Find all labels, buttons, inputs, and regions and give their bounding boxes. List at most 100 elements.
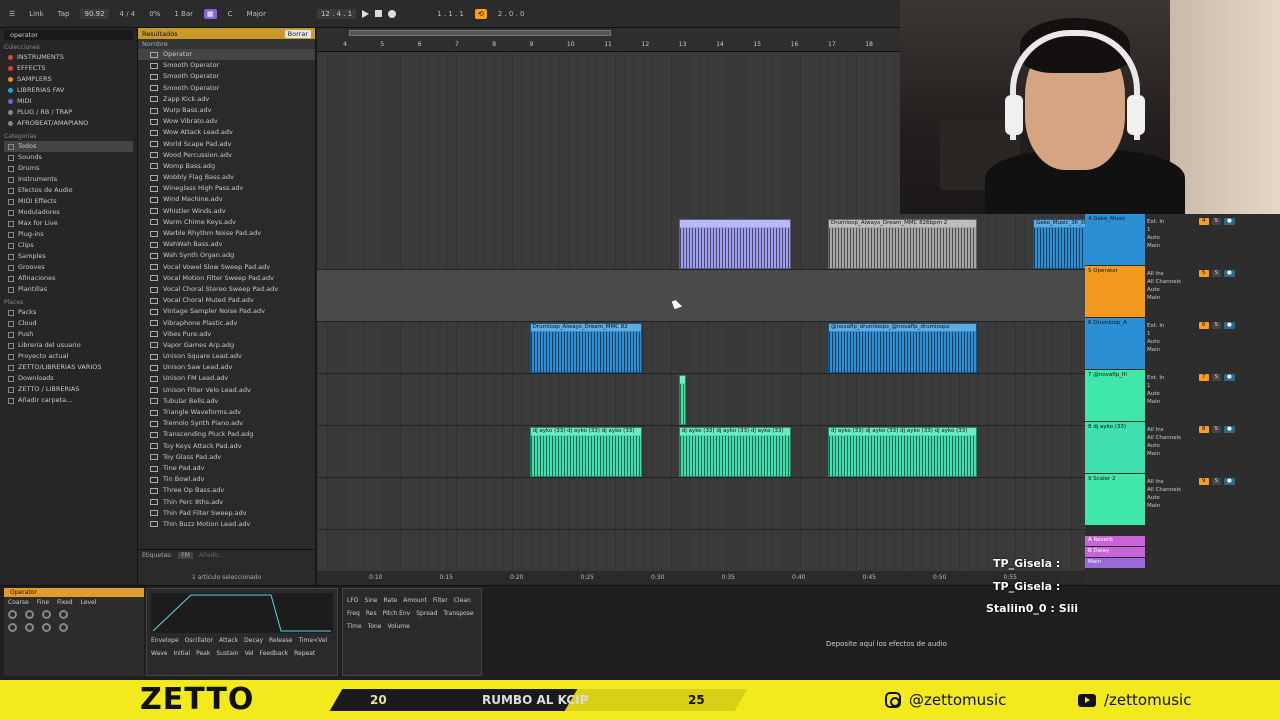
category-item[interactable]: Drums	[4, 163, 133, 174]
menu-icon[interactable]: ☰	[6, 9, 18, 19]
io-ch[interactable]: All Channels	[1147, 486, 1197, 494]
io-mon[interactable]: Auto	[1147, 494, 1197, 502]
result-item[interactable]: Unison Saw Lead.adv	[138, 362, 315, 373]
result-item[interactable]: World Scape Pad.adv	[138, 139, 315, 150]
result-item[interactable]: Vibes Pure.adv	[138, 329, 315, 340]
track-activator[interactable]: 9	[1199, 478, 1209, 485]
category-item[interactable]: Plug-ins	[4, 229, 133, 240]
solo-button[interactable]: S	[1211, 374, 1221, 381]
audio-clip[interactable]: Drumloop_Always_Dream_MMC 82	[529, 323, 642, 373]
result-item[interactable]: Vocal Choral Muted Pad.adv	[138, 295, 315, 306]
io-ch[interactable]: 1	[1147, 382, 1197, 390]
category-item[interactable]: Moduladores	[4, 207, 133, 218]
key-select[interactable]: C	[225, 9, 236, 19]
track-activator[interactable]: 6	[1199, 322, 1209, 329]
io-out[interactable]: Main	[1147, 242, 1197, 250]
io-input[interactable]: All Ins	[1147, 426, 1197, 434]
category-item[interactable]: Clips	[4, 240, 133, 251]
place-item[interactable]: Librería del usuario	[4, 340, 133, 351]
track-lane[interactable]	[317, 270, 1085, 322]
position-field[interactable]: 12 . 4 . 1	[316, 8, 357, 19]
collection-item[interactable]: SAMPLERS	[4, 74, 133, 85]
result-item[interactable]: Three Op Bass.adv	[138, 485, 315, 496]
place-item[interactable]: ZETTO/LIBRERIAS VARIOS	[4, 362, 133, 373]
lfo-panel[interactable]: LFO Sine Rate Amount Filter Clean Freq Res Pitch…	[342, 588, 482, 676]
io-input[interactable]: Ext. In	[1147, 322, 1197, 330]
io-out[interactable]: Main	[1147, 450, 1197, 458]
level-knob-2[interactable]	[59, 623, 68, 632]
category-item[interactable]: Max for Live	[4, 218, 133, 229]
envelope-panel[interactable]: Envelope Oscillator Attack Decay Release Time…	[146, 588, 338, 676]
track-header[interactable]: 4 Geko_Music	[1085, 214, 1145, 265]
result-item[interactable]: Thin Pad Filter Sweep.adv	[138, 508, 315, 519]
solo-button[interactable]: S	[1211, 426, 1221, 433]
io-ch[interactable]: 1	[1147, 330, 1197, 338]
solo-button[interactable]: S	[1211, 270, 1221, 277]
envelope-display[interactable]	[151, 593, 333, 633]
result-item[interactable]: WahWah Bass.adv	[138, 239, 315, 250]
arm-button[interactable]: ●	[1224, 322, 1235, 329]
track-header[interactable]: 6 Drumloop_A	[1085, 318, 1145, 369]
track-header[interactable]: 8 dj ayko (33)	[1085, 422, 1145, 473]
result-item[interactable]: Warm Chime Keys.adv	[138, 217, 315, 228]
result-item[interactable]: Vocal Motion Filter Sweep Pad.adv	[138, 273, 315, 284]
result-item[interactable]: Thin Buzz Motion Lead.adv	[138, 519, 315, 530]
io-input[interactable]: Ext. In	[1147, 218, 1197, 226]
audio-clip[interactable]: Geko_Music_3K_Drum	[1033, 219, 1085, 269]
link-button[interactable]: Link	[26, 9, 46, 19]
collection-item[interactable]: EFFECTS	[4, 63, 133, 74]
io-input[interactable]: All Ins	[1147, 478, 1197, 486]
add-tag-button[interactable]: Añadir...	[199, 552, 224, 559]
collection-item[interactable]: LIBRERIAS FAV	[4, 85, 133, 96]
io-out[interactable]: Main	[1147, 502, 1197, 510]
result-item[interactable]: Thin Perc 8ths.adv	[138, 497, 315, 508]
result-item[interactable]: Wurp Bass.adv	[138, 105, 315, 116]
fixed-knob[interactable]	[42, 610, 51, 619]
arm-button[interactable]: ●	[1224, 270, 1235, 277]
io-input[interactable]: Ext. In	[1147, 374, 1197, 382]
collection-item[interactable]: INSTRUMENTS	[4, 52, 133, 63]
track-header[interactable]: 7 @novaflp_fil	[1085, 370, 1145, 421]
place-item[interactable]: Push	[4, 329, 133, 340]
result-item[interactable]: Smooth Operator	[138, 71, 315, 82]
solo-button[interactable]: S	[1211, 322, 1221, 329]
stop-icon[interactable]	[375, 10, 383, 17]
arm-button[interactable]: ●	[1224, 426, 1235, 433]
return-track[interactable]: Main	[1085, 558, 1145, 568]
io-mon[interactable]: Auto	[1147, 234, 1197, 242]
category-item[interactable]: Samples	[4, 251, 133, 262]
clear-button[interactable]: Borrar	[284, 29, 311, 38]
result-item[interactable]: Vibraphone Plastic.adv	[138, 318, 315, 329]
return-track[interactable]: B Delay	[1085, 547, 1145, 557]
result-item[interactable]: Wobbly Flag Bass.adv	[138, 172, 315, 183]
place-item[interactable]: Downloads	[4, 373, 133, 384]
result-item[interactable]: Unison Filter Velo Lead.adv	[138, 385, 315, 396]
play-icon[interactable]	[362, 9, 370, 18]
result-item[interactable]: Transcending Pluck Pad.adg	[138, 429, 315, 440]
io-mon[interactable]: Auto	[1147, 442, 1197, 450]
quantize-menu[interactable]: 1 Bar	[171, 9, 196, 19]
tap-button[interactable]: Tap	[55, 9, 73, 19]
scale-select[interactable]: Major	[244, 9, 269, 19]
effects-drop-zone[interactable]: Deposite aquí los efectos de audio	[826, 640, 947, 648]
result-item[interactable]: Warble Rhythm Noise Pad.adv	[138, 228, 315, 239]
audio-clip[interactable]	[678, 375, 687, 425]
audio-clip[interactable]: @novaflp_drumloops_@novaflp_drumloops	[828, 323, 978, 373]
arm-button[interactable]: ●	[1224, 218, 1235, 225]
audio-clip[interactable]	[678, 219, 791, 269]
fine-knob-2[interactable]	[25, 623, 34, 632]
category-item[interactable]: Plantillas	[4, 284, 133, 295]
result-item[interactable]: Toy Glass Pad.adv	[138, 452, 315, 463]
track-activator[interactable]: 5	[1199, 270, 1209, 277]
result-item[interactable]: Wood Percussion.adv	[138, 150, 315, 161]
result-item[interactable]: Tine Pad.adv	[138, 463, 315, 474]
track-lane[interactable]	[317, 478, 1085, 530]
category-item[interactable]: Grooves	[4, 262, 133, 273]
result-item[interactable]: Womp Bass.adg	[138, 161, 315, 172]
place-item[interactable]: Cloud	[4, 318, 133, 329]
category-item[interactable]: Afinaciones	[4, 273, 133, 284]
io-mon[interactable]: Auto	[1147, 390, 1197, 398]
audio-clip[interactable]: dj ayko (33) dj ayko (33) dj ayko (33)	[678, 427, 791, 477]
arm-button[interactable]: ●	[1224, 374, 1235, 381]
result-item[interactable]: Zapp Kick.adv	[138, 94, 315, 105]
